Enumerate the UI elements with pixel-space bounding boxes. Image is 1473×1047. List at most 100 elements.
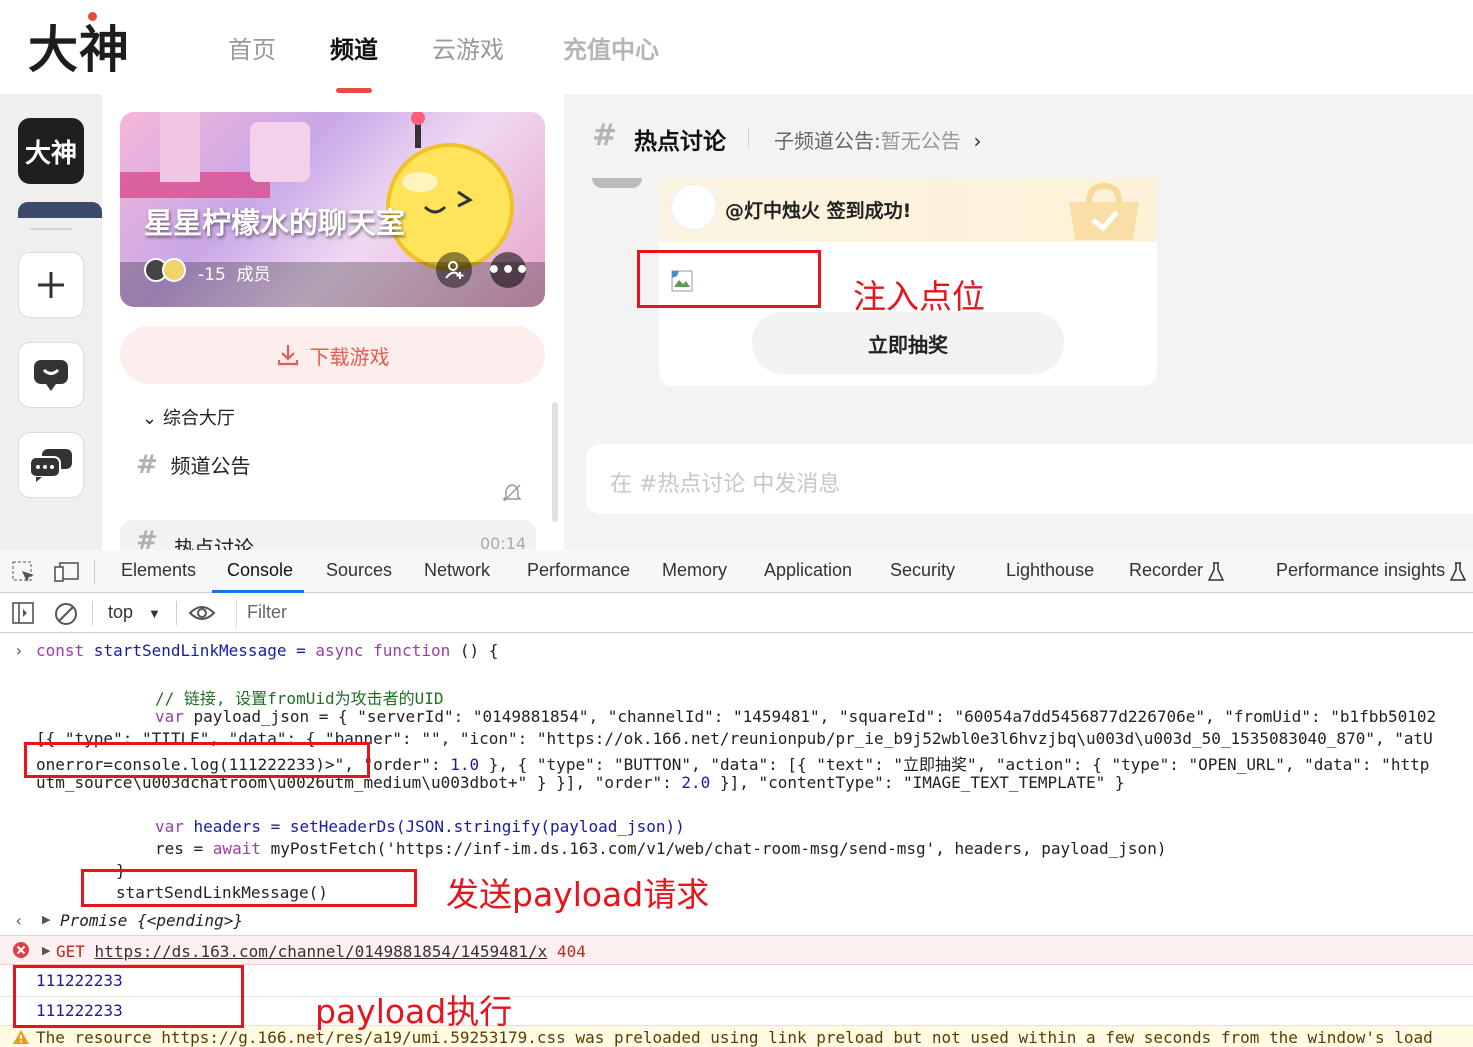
nav-channel[interactable]: 频道	[330, 30, 378, 65]
messages-button[interactable]	[18, 342, 84, 408]
dropdown-arrow-icon: ▼	[148, 606, 161, 621]
server-banner: 星星柠檬水的聊天室 -15 成员 •••	[120, 112, 545, 307]
invite-member-button[interactable]	[436, 252, 472, 288]
hash-icon: #	[136, 450, 158, 480]
channel-label: 频道公告	[170, 454, 251, 478]
sidebar-toggle-icon[interactable]	[12, 602, 36, 624]
onerror-payload-box	[24, 742, 370, 778]
context-selector[interactable]: top ▼	[108, 602, 161, 623]
warning-row: The resource https://g.166.net/res/a19/u…	[0, 1025, 1473, 1047]
top-navigation: 大神 首页 频道 云游戏 充值中心	[0, 0, 1473, 94]
lottery-button[interactable]: 立即抽奖	[752, 312, 1064, 374]
rail-divider	[30, 228, 72, 230]
expand-triangle-icon[interactable]: ▶	[42, 913, 50, 926]
promise-result[interactable]: Promise {<pending>}	[60, 911, 243, 930]
server-rail: 大神	[0, 94, 102, 550]
headers-line: var headers = setHeaderDs(JSON.stringify…	[155, 817, 685, 836]
chat-bubble-icon	[34, 360, 68, 391]
eye-icon[interactable]	[188, 603, 216, 623]
nav-home[interactable]: 首页	[228, 30, 276, 65]
more-options-button[interactable]: •••	[486, 252, 530, 288]
server-name: 星星柠檬水的聊天室	[144, 206, 406, 240]
warning-message: The resource https://g.166.net/res/a19/u…	[36, 1028, 1433, 1047]
plus-icon	[38, 272, 64, 298]
input-prompt-icon: ›	[14, 641, 24, 660]
channel-item-hot-topics[interactable]: # 热点讨论 00:14	[120, 520, 536, 550]
lottery-label: 立即抽奖	[868, 332, 948, 357]
logo-text: 大神	[28, 21, 130, 79]
tab-recorder[interactable]: Recorder	[1129, 560, 1203, 581]
message-input[interactable]: 在 #热点讨论 中发消息	[586, 444, 1473, 514]
clear-console-icon[interactable]	[54, 602, 78, 626]
tab-security[interactable]: Security	[890, 560, 955, 581]
channel-panel: 星星柠檬水的聊天室 -15 成员 ••• 下载游戏 ⌄ 综合大厅 # 频道公告 …	[102, 94, 564, 550]
category-label: 综合大厅	[162, 408, 235, 429]
code-comment: // 链接, 设置fromUid为攻击者的UID	[155, 689, 444, 708]
tab-application[interactable]: Application	[764, 560, 852, 581]
more-icon: •••	[486, 257, 530, 283]
warning-icon	[13, 1030, 29, 1044]
devtools-tabbar: Elements Console Sources Network Perform…	[0, 550, 1473, 593]
tab-elements[interactable]: Elements	[121, 560, 196, 581]
group-chat-button[interactable]	[18, 432, 84, 498]
server-icon-label: 大神	[24, 138, 77, 169]
return-arrow-icon: ‹	[14, 911, 24, 930]
channel-item-announcement[interactable]: # 频道公告	[136, 450, 251, 480]
hash-icon: #	[592, 118, 618, 153]
group-chat-icon	[29, 449, 72, 482]
mute-bell-icon[interactable]	[502, 483, 522, 503]
channel-time: 00:14	[480, 534, 527, 550]
error-icon	[13, 942, 29, 958]
chat-area: # 热点讨论 子频道公告:暂无公告 › @灯中烛火 签到成功! 立即抽奖 在 #…	[564, 94, 1473, 550]
logo-dot	[88, 12, 97, 21]
chat-channel-title: 热点讨论	[634, 129, 726, 155]
payload-executed-box	[13, 965, 244, 1028]
device-toolbar-icon[interactable]	[54, 561, 80, 583]
channel-announcement[interactable]: 子频道公告:暂无公告 ›	[774, 125, 981, 154]
download-label: 下载游戏	[309, 344, 390, 369]
download-icon	[277, 345, 298, 366]
tab-performance[interactable]: Performance	[527, 560, 630, 581]
nav-active-indicator	[336, 88, 372, 93]
message-input-placeholder: 在 #热点讨论 中发消息	[610, 472, 841, 497]
error-row: ▶ GET https://ds.163.com/channel/0149881…	[0, 935, 1473, 965]
hash-icon: #	[136, 526, 158, 550]
tab-network[interactable]: Network	[424, 560, 490, 581]
tab-console[interactable]: Console	[227, 560, 293, 581]
checkin-banner: @灯中烛火 签到成功!	[659, 178, 1157, 242]
add-server-button[interactable]	[18, 252, 84, 318]
category-general-hall[interactable]: ⌄ 综合大厅	[142, 404, 235, 430]
filter-input[interactable]: Filter	[236, 599, 1473, 627]
tab-performance-insights[interactable]: Performance insights	[1276, 560, 1445, 581]
header-divider	[748, 128, 749, 148]
tab-lighthouse[interactable]: Lighthouse	[1006, 560, 1094, 581]
nav-cloud-gaming[interactable]: 云游戏	[432, 30, 504, 65]
console-toolbar: top ▼ Filter	[0, 593, 1473, 633]
injection-point-label: 注入点位	[853, 277, 985, 316]
console-input-line: const startSendLinkMessage = async funct…	[36, 641, 499, 660]
payload-executed-label: payload执行	[315, 992, 513, 1031]
panel-scrollbar[interactable]	[552, 402, 558, 522]
tab-sources[interactable]: Sources	[326, 560, 392, 581]
tab-memory[interactable]: Memory	[662, 560, 727, 581]
member-count: -15 成员	[198, 265, 271, 285]
server-icon-dashen[interactable]: 大神	[18, 118, 84, 184]
fetch-line: res = await myPostFetch('https://inf-im.…	[155, 839, 1167, 858]
flask-icon	[1208, 562, 1224, 581]
inspect-element-icon[interactable]	[12, 561, 36, 583]
checkin-text: @灯中烛火 签到成功!	[725, 200, 912, 222]
nav-recharge-center[interactable]: 充值中心	[563, 30, 659, 65]
download-game-button[interactable]: 下载游戏	[120, 326, 545, 384]
error-url[interactable]: https://ds.163.com/channel/0149881854/14…	[95, 942, 548, 961]
channel-label: 热点讨论	[174, 536, 254, 550]
filter-placeholder: Filter	[247, 602, 287, 622]
payload-line: var payload_json = { "serverId": "014988…	[155, 707, 1437, 726]
gift-bag-icon	[1069, 182, 1139, 240]
server-icon-avatar[interactable]	[18, 202, 102, 218]
send-payload-label: 发送payload请求	[446, 875, 710, 914]
avatar[interactable]	[592, 178, 642, 188]
expand-triangle-icon[interactable]: ▶	[42, 944, 50, 957]
dashen-logo[interactable]: 大神	[28, 10, 130, 82]
member-avatars	[144, 258, 188, 284]
injection-point-box	[637, 250, 821, 308]
